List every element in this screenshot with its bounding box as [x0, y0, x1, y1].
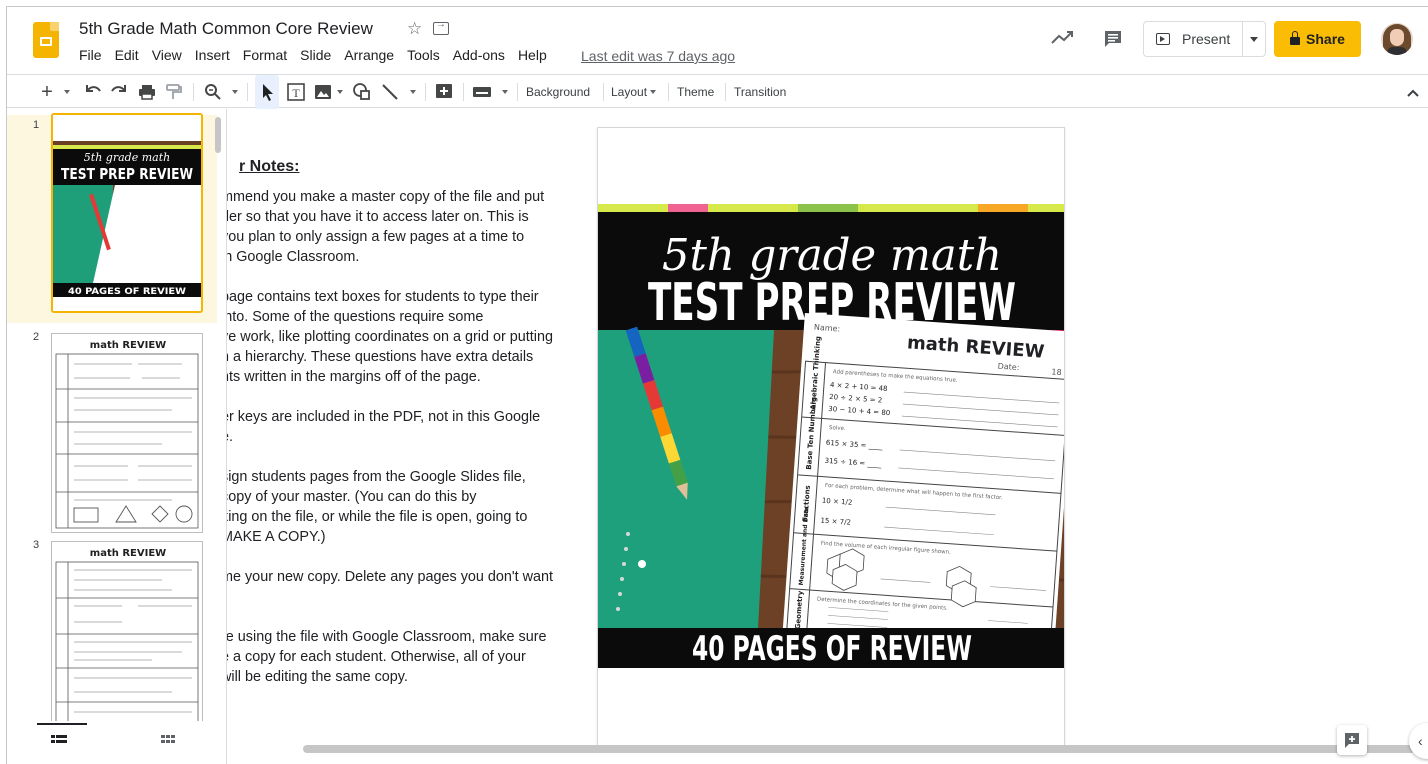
slide-number: 2: [33, 331, 40, 343]
avatar[interactable]: [1381, 23, 1413, 55]
layout-button[interactable]: Layout: [611, 75, 657, 109]
filmstrip-view-icon[interactable]: [51, 733, 67, 747]
horizontal-scrollbar[interactable]: [303, 745, 1415, 753]
worksheet-page-number: 18: [1051, 367, 1062, 377]
menu-edit[interactable]: Edit: [115, 47, 139, 63]
grid-view-icon[interactable]: [161, 735, 175, 747]
share-label: Share: [1306, 31, 1345, 47]
svg-text:T: T: [292, 86, 300, 100]
last-edit-link[interactable]: Last edit was 7 days ago: [581, 48, 735, 64]
notes-title: r Notes:: [239, 158, 300, 175]
slide-number: 3: [33, 539, 40, 551]
share-button[interactable]: Share: [1274, 21, 1361, 57]
filmstrip-scrollbar[interactable]: [215, 117, 221, 153]
transition-button[interactable]: Transition: [734, 75, 786, 109]
menu-arrange[interactable]: Arrange: [344, 47, 394, 63]
notes-paragraph: er keys are included in the PDF, not in …: [227, 409, 541, 445]
menu-help[interactable]: Help: [518, 47, 547, 63]
star-icon[interactable]: ☆: [407, 19, 422, 39]
notes-paragraph: re using the file with Google Classroom,…: [227, 629, 547, 685]
active-view-indicator: [37, 723, 87, 725]
zoom-icon[interactable]: [203, 75, 223, 109]
slide-canvas[interactable]: 5th grade math TEST PREP REVIEW Name: ma…: [597, 127, 1065, 747]
add-comment-icon: [1345, 733, 1359, 748]
document-title[interactable]: 5th Grade Math Common Core Review: [79, 19, 373, 39]
thumb-worksheet-title: math REVIEW: [90, 340, 166, 351]
line-dropdown[interactable]: [405, 75, 417, 109]
image-dropdown[interactable]: [333, 75, 343, 109]
chevron-left-icon: ‹: [1418, 733, 1423, 749]
add-comment-icon[interactable]: [433, 75, 455, 109]
add-note-button[interactable]: [1337, 725, 1367, 755]
notes-paragraph: me your new copy. Delete any pages you d…: [227, 569, 554, 585]
new-slide-dropdown[interactable]: [59, 75, 71, 109]
slide-number: 1: [33, 119, 40, 131]
menu-tools[interactable]: Tools: [407, 47, 440, 63]
present-label: Present: [1182, 31, 1231, 47]
redo-icon[interactable]: [109, 75, 129, 109]
present-icon: [1156, 33, 1170, 45]
notes-paragraph: page contains text boxes for students to…: [227, 289, 553, 385]
notes-paragraph: mmend you make a master copy of the file…: [227, 189, 545, 265]
cover-image: 5th grade math TEST PREP REVIEW Name: ma…: [598, 204, 1064, 668]
menu-slide[interactable]: Slide: [300, 47, 331, 63]
menu-insert[interactable]: Insert: [195, 47, 230, 63]
move-to-folder-icon[interactable]: [433, 19, 449, 35]
toolbar: + T Background Layout Theme Transition: [7, 74, 1428, 109]
slide-thumbnail-3[interactable]: math REVIEW: [51, 541, 203, 741]
worksheet-date-label: Date:: [997, 362, 1019, 373]
thumb-headline: TEST PREP REVIEW: [61, 165, 193, 183]
app-window: 5th Grade Math Common Core Review ☆ File…: [6, 6, 1428, 764]
line-icon[interactable]: [379, 75, 401, 109]
select-tool-icon[interactable]: [255, 75, 279, 109]
menu-view[interactable]: View: [152, 47, 182, 63]
layout-caret-icon: [650, 90, 657, 94]
print-icon[interactable]: [137, 75, 157, 109]
slide-thumbnail-1[interactable]: 5th grade math TEST PREP REVIEW 40 PAGES…: [51, 113, 203, 313]
header: 5th Grade Math Common Core Review ☆ File…: [7, 7, 1428, 73]
zoom-dropdown[interactable]: [227, 75, 239, 109]
undo-icon[interactable]: [83, 75, 103, 109]
worksheet-name-label: Name:: [814, 323, 841, 334]
text-box-icon[interactable]: T: [285, 75, 307, 109]
slide-thumbnail-2[interactable]: math REVIEW: [51, 333, 203, 533]
theme-button[interactable]: Theme: [677, 75, 714, 109]
present-button-group: Present: [1143, 21, 1266, 57]
comment-history-icon[interactable]: [1103, 29, 1123, 49]
activity-dashboard-icon[interactable]: [1051, 29, 1073, 47]
thumb-worksheet-title: math REVIEW: [90, 548, 166, 559]
image-icon[interactable]: [313, 75, 333, 109]
speaker-notes[interactable]: r Notes: mmend you make a master copy of…: [227, 157, 587, 747]
collapse-toolbar-icon[interactable]: [1405, 85, 1421, 101]
filmstrip-footer: [7, 721, 226, 764]
menu-file[interactable]: File: [79, 47, 102, 63]
layout-label: Layout: [611, 85, 648, 99]
menu-bar: File Edit View Insert Format Slide Arran…: [79, 47, 560, 63]
slides-logo-icon[interactable]: [33, 22, 59, 58]
filmstrip-panel: 1 2 3 5th grade math TEST PREP REVIEW 40…: [7, 109, 227, 764]
menu-format[interactable]: Format: [243, 47, 287, 63]
present-button[interactable]: Present: [1144, 22, 1243, 56]
cover-footer: 40 PAGES OF REVIEW: [692, 629, 972, 668]
lock-icon: [1290, 31, 1301, 45]
menu-addons[interactable]: Add-ons: [453, 47, 505, 63]
thumb-footer: 40 PAGES OF REVIEW: [68, 287, 186, 297]
notes-paragraph: sign students pages from the Google Slid…: [227, 469, 528, 545]
new-slide-icon[interactable]: +: [37, 75, 57, 109]
thumb-script-title: 5th grade math: [84, 151, 170, 164]
paint-format-icon[interactable]: [163, 75, 183, 109]
shape-icon[interactable]: [351, 75, 373, 109]
input-tools-dropdown[interactable]: [497, 75, 509, 109]
keyboard-icon[interactable]: [471, 75, 495, 109]
side-panel-toggle[interactable]: ‹: [1409, 723, 1428, 759]
section-prompt: Solve.: [829, 425, 846, 432]
present-options-dropdown[interactable]: [1243, 22, 1265, 56]
background-button[interactable]: Background: [526, 75, 590, 109]
